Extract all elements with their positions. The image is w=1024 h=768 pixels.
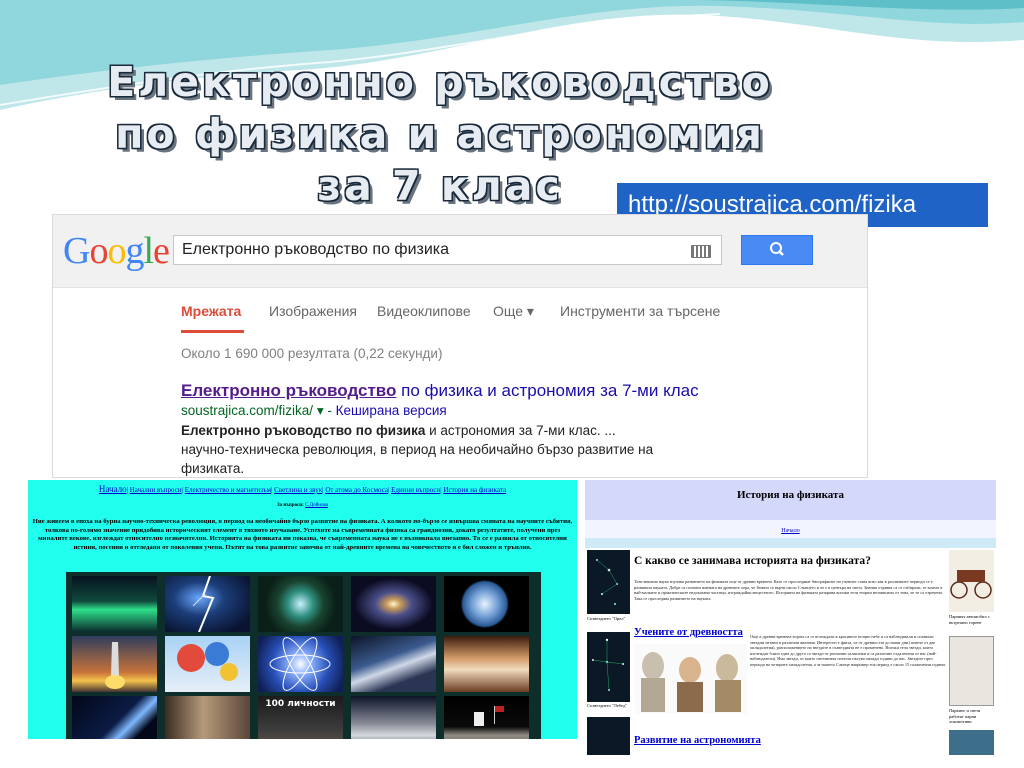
nav-home[interactable]: Начало — [99, 484, 127, 494]
nav-electricity[interactable]: Електричество и магнетизъм — [185, 486, 271, 494]
cached-version-link[interactable]: Кеширана версия — [336, 403, 447, 418]
google-logo[interactable]: Google — [63, 229, 170, 273]
gallery-image-einstein[interactable] — [165, 696, 250, 739]
gallery-image-shadow-puppets[interactable] — [444, 636, 529, 692]
contact-link[interactable]: С.Дойнова — [305, 503, 328, 508]
result-stats: Около 1 690 000 резултата (0,22 секунди) — [181, 346, 443, 361]
nav-history[interactable]: История на физиката — [443, 486, 506, 494]
tab-more[interactable]: Още ▾ — [493, 303, 534, 320]
result-title-link[interactable]: Електронно ръководство по физика и астро… — [181, 381, 699, 401]
site-nav: Начало| Начални въпроси| Електричество и… — [98, 484, 507, 494]
slide-title-line-2: по физика и астрономия — [115, 110, 765, 158]
nav-atom-cosmos[interactable]: От атома до Космоса — [325, 486, 388, 494]
gallery-image-comet[interactable] — [72, 696, 157, 739]
left-image-column: Съзвездието "Орел" Съзвездието "Лебед" — [587, 550, 630, 755]
tab-web[interactable]: Мрежата — [181, 303, 241, 319]
constellation-eagle-image — [587, 550, 630, 614]
slide-title-line-1: Електронно ръководство — [107, 58, 773, 106]
tab-search-tools[interactable]: Инструменти за търсене — [560, 303, 720, 319]
gallery-image-earth[interactable] — [444, 576, 529, 632]
gallery-image-balloons[interactable] — [165, 636, 250, 692]
history-paragraph-2: Още в древни времена хората са се вглежд… — [750, 634, 946, 667]
tab-videos[interactable]: Видеоклипове — [377, 303, 471, 319]
history-page-header: История на физиката — [585, 480, 996, 520]
ancient-scientists-portraits — [635, 644, 747, 714]
contact-label: За въпроси: — [277, 503, 306, 508]
gallery-image-moon-landing[interactable] — [444, 696, 529, 739]
gallery-image-lightning[interactable] — [165, 575, 250, 633]
gallery-image-aurora[interactable] — [72, 576, 157, 632]
book-title-text: 100 личности — [265, 699, 336, 709]
constellation-image-3 — [587, 717, 630, 755]
image-gallery: 100 личности — [66, 572, 541, 739]
history-heading-astronomy[interactable]: Развитие на астрономията — [634, 735, 761, 746]
result-snippet-bold: Електронно ръководство по физика — [181, 423, 426, 438]
result-url-text: soustrajica.com/fizika/ — [181, 403, 314, 418]
gallery-image-100-personalities[interactable]: 100 личности — [258, 696, 343, 739]
nav-unified-questions[interactable]: Единни въпроси — [391, 486, 440, 494]
locomotive-image — [949, 636, 994, 706]
history-home-link[interactable]: Начало — [585, 520, 996, 538]
caption-steam-car: Парният автомобил с вътрешно горене — [949, 614, 990, 625]
nav-light-sound[interactable]: Светлина и звук — [274, 486, 322, 494]
gallery-image-rocket[interactable] — [72, 636, 157, 692]
gallery-image-cell[interactable] — [258, 576, 343, 632]
gallery-image-atom[interactable] — [258, 636, 343, 692]
intro-text: Ние живеем в епоха на бурна научно-техни… — [32, 518, 573, 551]
contact-line: За въпроси: С.Дойнова — [28, 503, 577, 508]
history-heading-1: С какво се занимава историята на физикат… — [634, 555, 871, 567]
result-title-rest: по физика и астрономия за 7-ми клас — [396, 381, 699, 400]
caption-eagle: Съзвездието "Орел" — [587, 616, 626, 621]
history-paragraph-1: Тази вековна наука изучава развитието на… — [634, 579, 943, 601]
gallery-image-galaxy[interactable] — [351, 576, 436, 632]
result-title-bold: Електронно ръководство — [181, 381, 397, 400]
search-query: Електронно ръководство по физика — [182, 241, 450, 258]
caption-locomotive: Паркинг и светя работят парни локомотиви — [949, 708, 981, 724]
nav-basic-questions[interactable]: Начални въпроси — [130, 486, 182, 494]
homepage-screenshot: Начало| Начални въпроси| Електричество и… — [28, 480, 577, 739]
history-heading-ancient-scientists[interactable]: Учените от древността — [634, 627, 743, 638]
google-search-screenshot: Google Електронно ръководство по физика … — [52, 214, 868, 478]
right-image-column: Парният автомобил с вътрешно горене Парк… — [949, 550, 994, 755]
search-icon — [770, 242, 784, 256]
caption-swan: Съзвездието "Лебед" — [587, 703, 628, 708]
history-page-screenshot: История на физиката Начало Съзвездието "… — [585, 480, 996, 755]
gallery-image-train[interactable] — [351, 636, 436, 692]
search-input[interactable]: Електронно ръководство по физика — [173, 235, 722, 265]
active-tab-underline — [181, 330, 244, 333]
result-url: soustrajica.com/fizika/ ▾ - Кеширана вер… — [181, 403, 447, 418]
gallery-image-space-station[interactable] — [351, 696, 436, 739]
steam-car-image — [949, 550, 994, 612]
history-divider-bar — [585, 538, 996, 548]
constellation-swan-image — [587, 632, 630, 702]
google-header: Google Електронно ръководство по физика — [53, 215, 867, 288]
result-snippet: Електронно ръководство по физика и астро… — [181, 421, 661, 477]
keyboard-icon[interactable] — [691, 245, 711, 258]
right-image-3 — [949, 730, 994, 755]
result-url-arrow-icon[interactable]: ▾ — [317, 403, 324, 418]
tab-images[interactable]: Изображения — [269, 303, 357, 319]
search-button[interactable] — [741, 235, 813, 265]
